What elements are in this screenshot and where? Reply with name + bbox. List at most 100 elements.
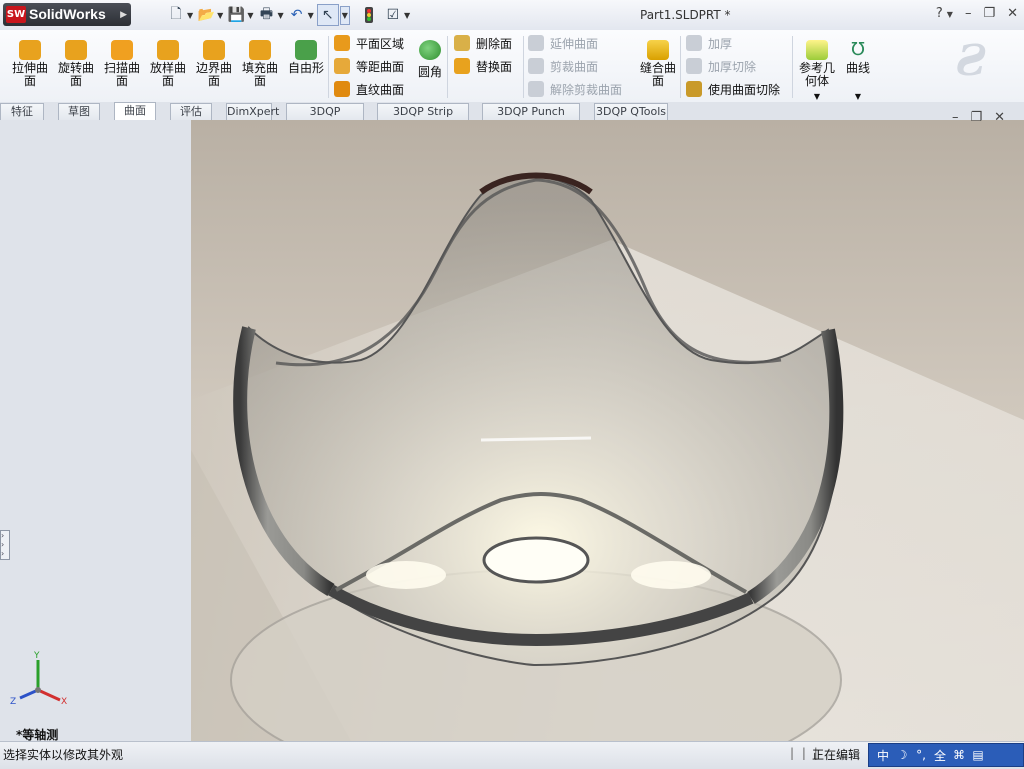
doc-restore-button[interactable]: ❐ <box>971 110 983 125</box>
save-icon[interactable]: 💾 <box>226 5 246 25</box>
thicken-icon <box>686 35 702 51</box>
curves-button[interactable]: Ʊ 曲线 ▼ <box>838 40 878 103</box>
extruded-surface-label: 拉伸曲 面 <box>11 61 48 88</box>
tab-5[interactable]: 3DQP Unfolding <box>286 103 364 134</box>
cut-with-surface-button[interactable]: 使用曲面切除 <box>686 79 780 99</box>
curves-label: 曲线 <box>845 61 870 75</box>
freeform-button[interactable]: 自由形 <box>284 40 328 75</box>
knit-surface-button[interactable]: 缝合曲 面 <box>636 40 680 88</box>
new-document-icon[interactable]: 🗋 <box>166 5 186 25</box>
lofted-surface-label: 放样曲 面 <box>149 61 186 88</box>
fillet-button[interactable]: 圆角 <box>410 40 450 79</box>
ime-item-0[interactable]: 中 <box>875 747 891 764</box>
planar-surface-label: 平面区域 <box>356 36 405 51</box>
freeform-label: 自由形 <box>287 61 324 75</box>
ime-item-5[interactable]: ▤ <box>970 748 986 762</box>
status-message: 选择实体以修改其外观 <box>3 748 124 762</box>
quick-access-toolbar: 🗋 ▼ 📂 ▼ 💾 ▼ 🖶 ▼ ↶ ▼ ↖ ▼ ☑ ▼ <box>166 4 413 26</box>
knit-surface-icon <box>647 40 669 60</box>
boundary-surface-button[interactable]: 边界曲 面 <box>192 40 236 88</box>
right-highlight <box>631 561 711 589</box>
help-icon[interactable]: ? <box>936 6 943 21</box>
tab-8[interactable]: 3DQP QTools <box>594 103 668 120</box>
select-pointer-icon[interactable]: ↖ <box>316 4 339 26</box>
graphics-viewport[interactable] <box>191 120 1024 741</box>
fillet-label: 圆角 <box>417 65 442 79</box>
reference-geometry-button[interactable]: 参考几 何体 ▼ <box>796 40 838 103</box>
extend-surface-label: 延伸曲面 <box>550 36 599 51</box>
swept-surface-label: 扫描曲 面 <box>103 61 140 88</box>
app-name: SolidWorks <box>29 6 106 22</box>
rebuild-traffic-light-icon[interactable] <box>359 5 379 25</box>
extend-surface-button[interactable]: 延伸曲面 <box>528 33 598 53</box>
undo-icon[interactable]: ↶ <box>287 5 307 25</box>
open-dropdown-icon[interactable]: ▼ <box>217 11 223 20</box>
tab-2[interactable]: 曲面 <box>114 102 156 121</box>
restore-button[interactable]: ❐ <box>983 6 995 21</box>
boundary-surface-icon <box>203 40 225 60</box>
doc-minimize-button[interactable]: – <box>952 110 959 125</box>
ime-toolbar[interactable]: 中 ☽ °, 全 ⌘ ▤ <box>868 743 1024 767</box>
ruled-surface-button[interactable]: 直纹曲面 <box>334 79 404 99</box>
print-icon[interactable]: 🖶 <box>256 5 276 25</box>
panel-expand-handle[interactable]: › › › <box>0 530 10 560</box>
delete-face-label: 删除面 <box>476 36 513 51</box>
ime-item-1[interactable]: ☽ <box>894 748 910 762</box>
offset-surface-label: 等距曲面 <box>356 59 405 74</box>
doc-close-button[interactable]: ✕ <box>994 110 1005 125</box>
replace-face-label: 替换面 <box>476 59 513 74</box>
thicken-button[interactable]: 加厚 <box>686 33 732 53</box>
minimize-button[interactable]: – <box>965 6 972 21</box>
filled-surface-icon <box>249 40 271 60</box>
extruded-surface-button[interactable]: 拉伸曲 面 <box>8 40 52 88</box>
tab-7[interactable]: 3DQP Punch Design <box>482 103 580 134</box>
lofted-surface-icon <box>157 40 179 60</box>
replace-face-icon <box>454 58 470 74</box>
trim-surface-button[interactable]: 剪裁曲面 <box>528 56 598 76</box>
open-folder-icon[interactable]: 📂 <box>196 5 216 25</box>
z-axis-label: Z <box>10 697 16 707</box>
tab-6[interactable]: 3DQP Strip Layout <box>377 103 469 134</box>
ruled-surface-label: 直纹曲面 <box>356 82 405 97</box>
ime-item-2[interactable]: °, <box>913 748 929 762</box>
save-dropdown-icon[interactable]: ▼ <box>247 11 253 20</box>
tab-1[interactable]: 草图 <box>58 103 100 120</box>
planar-surface-button[interactable]: 平面区域 <box>334 33 404 53</box>
window-controls: ? ▼ – ❐ ✕ <box>936 6 1018 21</box>
reference-geometry-icon <box>806 40 828 60</box>
options-dropdown-icon[interactable]: ▼ <box>404 11 410 20</box>
filled-surface-button[interactable]: 填充曲 面 <box>238 40 282 88</box>
revolved-surface-label: 旋转曲 面 <box>57 61 94 88</box>
new-dropdown-icon[interactable]: ▼ <box>187 11 193 20</box>
ime-item-3[interactable]: 全 <box>932 747 948 764</box>
trim-surface-label: 剪裁曲面 <box>550 59 599 74</box>
fillet-icon <box>419 40 441 60</box>
tab-0[interactable]: 特征 <box>0 103 44 120</box>
lofted-surface-button[interactable]: 放样曲 面 <box>146 40 190 88</box>
revolved-surface-button[interactable]: 旋转曲 面 <box>54 40 98 88</box>
document-title: Part1.SLDPRT * <box>640 8 731 22</box>
delete-face-button[interactable]: 删除面 <box>454 33 512 53</box>
undo-dropdown-icon[interactable]: ▼ <box>308 11 314 20</box>
swept-surface-button[interactable]: 扫描曲 面 <box>100 40 144 88</box>
thickened-cut-label: 加厚切除 <box>708 59 757 74</box>
tab-3[interactable]: 评估 <box>170 103 212 120</box>
ime-item-4[interactable]: ⌘ <box>951 748 967 762</box>
thickened-cut-button[interactable]: 加厚切除 <box>686 56 756 76</box>
ds-watermark-logo: Ƨ <box>956 36 987 85</box>
replace-face-button[interactable]: 替换面 <box>454 56 512 76</box>
options-icon[interactable]: ☑ <box>383 5 403 25</box>
select-dropdown-icon[interactable]: ▼ <box>339 5 350 25</box>
untrim-surface-button[interactable]: 解除剪裁曲面 <box>528 79 622 99</box>
close-button[interactable]: ✕ <box>1007 6 1018 21</box>
untrim-surface-label: 解除剪裁曲面 <box>550 82 623 97</box>
tab-4[interactable]: DimXpert <box>226 103 279 120</box>
ruled-surface-icon <box>334 81 350 97</box>
solidworks-menu-button[interactable]: SW SolidWorks ▶ <box>3 3 131 26</box>
ribbon-separator <box>447 36 448 98</box>
filled-surface-label: 填充曲 面 <box>241 61 278 88</box>
print-dropdown-icon[interactable]: ▼ <box>277 11 283 20</box>
offset-surface-button[interactable]: 等距曲面 <box>334 56 404 76</box>
status-bar: 选择实体以修改其外观 | | | 正在编辑 中 ☽ °, 全 ⌘ ▤ <box>0 741 1024 769</box>
help-dropdown-icon[interactable]: ▼ <box>947 10 953 21</box>
